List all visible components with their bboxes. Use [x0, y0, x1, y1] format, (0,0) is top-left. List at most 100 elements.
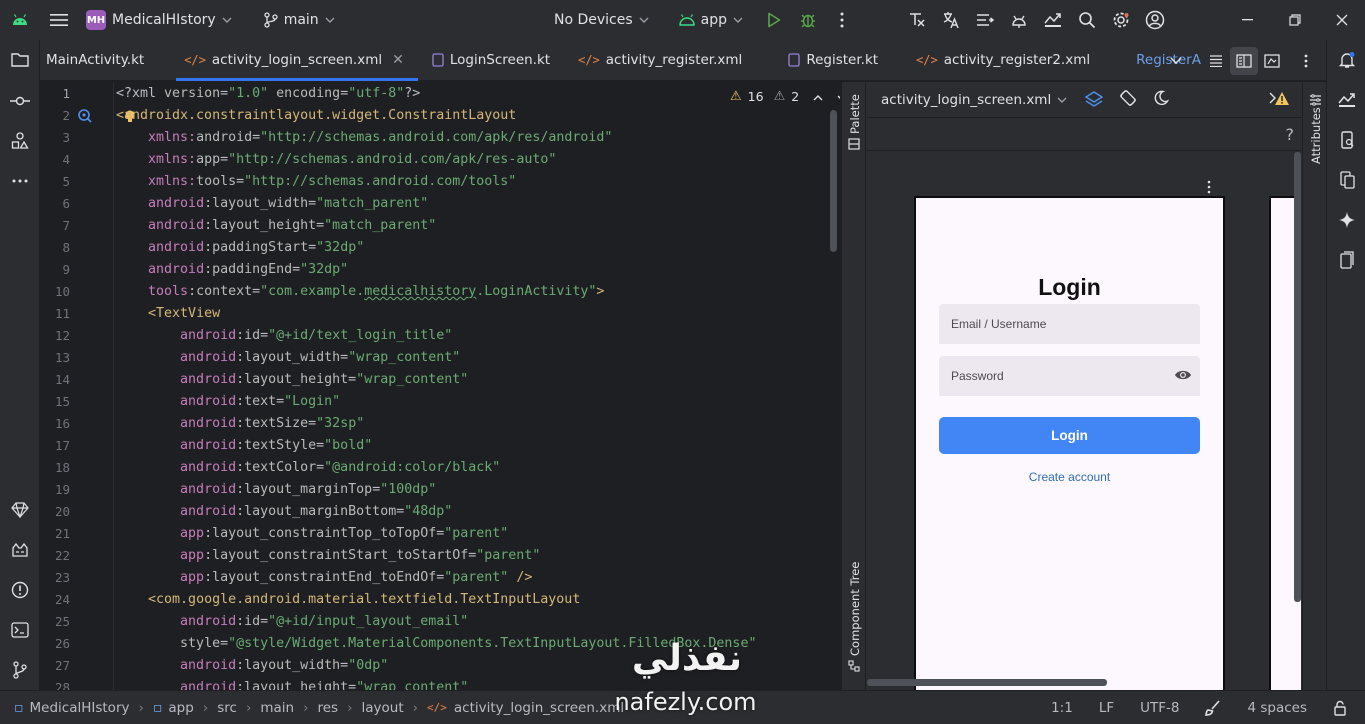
commit-icon[interactable] [0, 81, 40, 121]
code-line[interactable]: android:id="@+id/text_login_title" [116, 325, 452, 347]
notifications-icon[interactable] [1327, 40, 1365, 80]
code-line[interactable]: tools:context="com.example.medicalhistor… [116, 281, 604, 303]
component-tree-tab[interactable]: Component Tree [842, 562, 866, 678]
code-line[interactable]: android:layout_marginBottom="48dp" [116, 501, 452, 523]
breadcrumb-item[interactable]: layout [361, 700, 403, 716]
run-configuration-selector[interactable]: app [678, 12, 743, 28]
more-actions-icon[interactable] [825, 0, 859, 40]
tab-list-chevron-icon[interactable] [1162, 47, 1190, 75]
code-line[interactable]: android:textColor="@android:color/black" [116, 457, 500, 479]
app-inspection-icon[interactable] [1327, 240, 1365, 280]
project-selector[interactable]: MH MedicalHIstory [78, 5, 240, 35]
run-icon[interactable] [757, 0, 791, 40]
palette-tab[interactable]: Palette [842, 90, 866, 152]
code-formatting-icon[interactable] [900, 0, 934, 40]
problems-icon[interactable] [0, 570, 40, 610]
terminal-icon[interactable] [0, 610, 40, 650]
code-line[interactable]: android:textSize="32sp" [116, 413, 364, 435]
code-line[interactable]: <com.google.android.material.textfield.T… [116, 589, 580, 611]
file-encoding[interactable]: UTF-8 [1140, 700, 1179, 716]
breadcrumb-item[interactable]: src [217, 700, 237, 716]
code-line[interactable]: app:layout_constraintTop_toTopOf="parent… [116, 523, 508, 545]
device-explorer-icon[interactable] [1327, 120, 1365, 160]
settings-gear-icon[interactable] [1104, 0, 1138, 40]
device-selector[interactable]: No Devices [554, 12, 649, 28]
device-frame-options-icon[interactable] [1207, 180, 1213, 194]
split-view-icon[interactable] [1230, 46, 1258, 75]
device-preview-frame[interactable]: Login Email / Username Password Login Cr… [914, 196, 1225, 690]
code-line[interactable]: <androidx.constraintlayout.widget.Constr… [116, 105, 516, 127]
visibility-eye-icon[interactable] [1174, 369, 1192, 381]
login-button[interactable]: Login [939, 417, 1200, 454]
code-line[interactable]: <TextView [116, 303, 220, 325]
file-lock-icon[interactable] [1333, 700, 1347, 716]
main-menu-icon[interactable] [40, 0, 78, 40]
code-editor[interactable]: 1 2 3 4 5 6 7 8 9 10 11 12 13 14 15 16 17 18 19 20 21 22 23 24 2… [40, 82, 840, 690]
code-line[interactable]: <?xml version="1.0" encoding="utf-8"?> [116, 83, 420, 105]
project-folder-icon[interactable] [0, 40, 40, 80]
code-line[interactable]: android:layout_width="match_parent" [116, 193, 428, 215]
device-mirroring-icon[interactable] [1327, 160, 1365, 200]
close-window-icon[interactable] [1318, 0, 1365, 40]
indent-setting[interactable]: 4 spaces [1247, 700, 1307, 716]
code-line[interactable]: android:paddingStart="32dp" [116, 237, 364, 259]
code-line[interactable]: android:layout_height="match_parent" [116, 215, 436, 237]
code-line[interactable]: app:layout_constraintEnd_toEndOf="parent… [116, 567, 532, 589]
restore-window-icon[interactable] [1271, 0, 1318, 40]
account-icon[interactable] [1138, 0, 1172, 40]
code-line[interactable]: android:layout_height="wrap_content" [116, 369, 468, 391]
design-view-icon[interactable] [1258, 47, 1286, 75]
next-highlight-icon[interactable] [837, 89, 840, 104]
tab-more-icon[interactable] [1292, 47, 1320, 75]
breadcrumb-item[interactable]: MedicalHIstory [30, 700, 130, 716]
logcat-icon[interactable] [0, 530, 40, 570]
code-line[interactable]: android:text="Login" [116, 391, 340, 413]
code-line[interactable]: android:layout_marginTop="100dp" [116, 479, 436, 501]
design-canvas[interactable]: Login Email / Username Password Login Cr… [867, 152, 1301, 690]
breadcrumb-item[interactable]: res [317, 700, 338, 716]
previous-highlight-icon[interactable] [813, 89, 823, 104]
attributes-side-tab[interactable]: Attributes [1302, 82, 1327, 690]
gutter-icon-design-link[interactable] [77, 108, 93, 124]
line-separator[interactable]: LF [1099, 700, 1114, 716]
tab-loginscreen-kt[interactable]: LoginScreen.kt [418, 40, 564, 81]
help-icon[interactable]: ? [1286, 125, 1295, 144]
version-control-icon[interactable] [0, 650, 40, 690]
night-mode-icon[interactable] [1153, 90, 1170, 110]
design-surface-icon[interactable] [1085, 90, 1104, 109]
code-line[interactable]: android:textStyle="bold" [116, 435, 372, 457]
code-line[interactable]: xmlns:tools="http://schemas.android.com/… [116, 171, 516, 193]
code-line[interactable]: xmlns:app="http://schemas.android.com/ap… [116, 149, 556, 171]
layout-warning-icon[interactable] [1274, 91, 1290, 107]
running-devices-icon[interactable] [1327, 80, 1365, 120]
orientation-icon[interactable] [1119, 89, 1137, 111]
minimize-window-icon[interactable] [1224, 0, 1271, 40]
layout-file-selector[interactable]: activity_login_screen.xml [881, 92, 1067, 108]
close-tab-icon[interactable]: ✕ [392, 52, 404, 68]
canvas-vertical-scrollbar[interactable] [1294, 152, 1301, 602]
inspection-widget[interactable]: ⚠ 16 ⚠ 2 [730, 86, 840, 106]
debug-icon[interactable] [791, 0, 825, 40]
tab-mainactivity-kt[interactable]: MainActivity.kt [40, 40, 158, 81]
create-account-link[interactable]: Create account [916, 470, 1223, 484]
code-view-icon[interactable] [1202, 47, 1230, 75]
code-line[interactable]: xmlns:android="http://schemas.android.co… [116, 127, 612, 149]
gemini-diamond-icon[interactable] [0, 490, 40, 530]
password-field[interactable]: Password [939, 356, 1200, 396]
more-tool-windows-icon[interactable] [0, 161, 40, 201]
breadcrumb-item[interactable]: main [260, 700, 294, 716]
code-line[interactable]: android:layout_height="wrap_content" [116, 677, 468, 690]
tab-activity-register-xml[interactable]: </> activity_register.xml [564, 40, 756, 81]
code-line[interactable]: android:layout_width="wrap_content" [116, 347, 460, 369]
tab-activity-register2-xml[interactable]: </> activity_register2.xml [902, 40, 1104, 81]
editor-scrollbar[interactable] [830, 110, 837, 252]
gemini-sparkle-icon[interactable] [1327, 200, 1365, 240]
tab-register-kt[interactable]: Register.kt [774, 40, 892, 81]
canvas-horizontal-scrollbar[interactable] [867, 679, 1107, 686]
email-field[interactable]: Email / Username [939, 304, 1200, 344]
code-line[interactable]: android:paddingEnd="32dp" [116, 259, 348, 281]
device-manager-icon[interactable] [1036, 0, 1070, 40]
breadcrumb-item[interactable]: app [168, 700, 193, 716]
line-number-gutter[interactable]: 1 2 3 4 5 6 7 8 9 10 11 12 13 14 15 16 17 18 19 20 21 22 23 24 2… [40, 82, 114, 690]
build-variants-icon[interactable] [968, 0, 1002, 40]
